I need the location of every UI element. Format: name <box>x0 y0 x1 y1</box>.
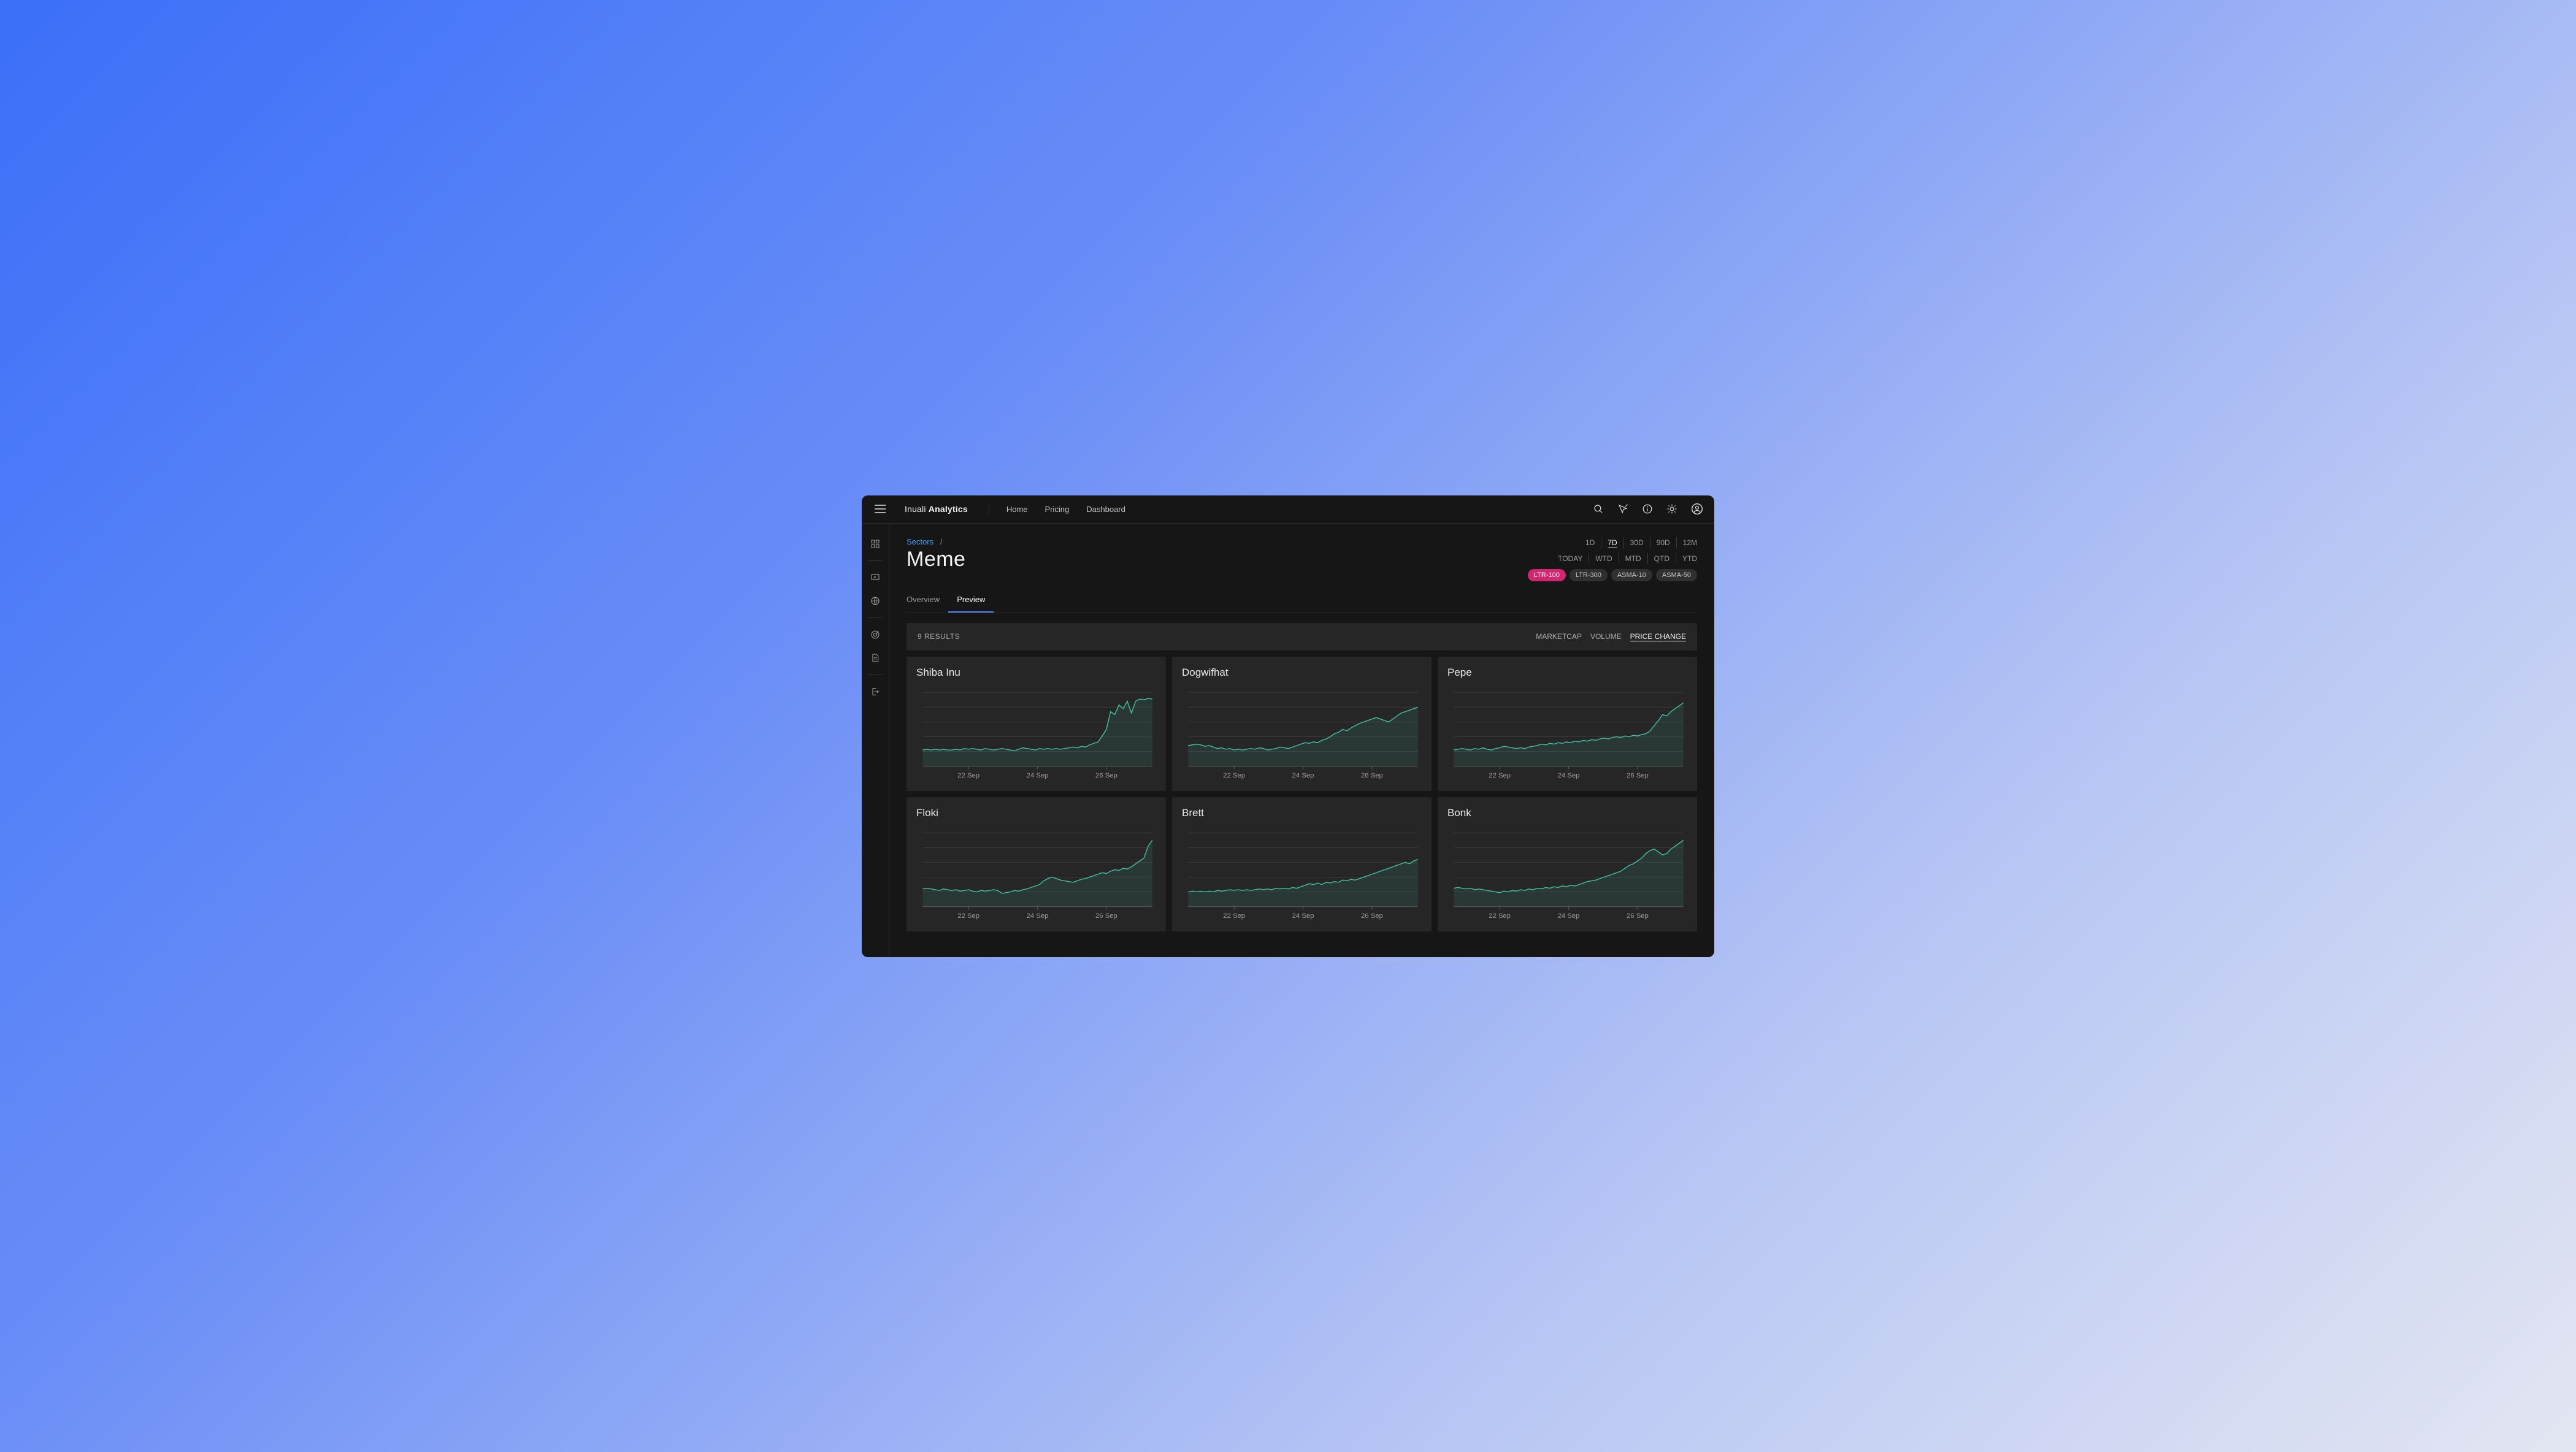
search-icon[interactable] <box>1593 503 1604 514</box>
svg-text:24 Sep: 24 Sep <box>1292 772 1314 779</box>
range-1d[interactable]: 1D <box>1579 537 1601 548</box>
nav-home[interactable]: Home <box>1006 505 1028 514</box>
range-today[interactable]: TODAY <box>1552 553 1589 564</box>
svg-text:22 Sep: 22 Sep <box>1489 912 1511 920</box>
chart-card[interactable]: Dogwifhat 22 Sep 24 Sep 26 Sep <box>1172 657 1432 791</box>
svg-text:22 Sep: 22 Sep <box>957 772 979 779</box>
results-toolbar: 9 RESULTS MARKETCAP VOLUME PRICE CHANGE <box>907 623 1697 651</box>
breadcrumb-root[interactable]: Sectors <box>907 537 933 546</box>
screen-icon[interactable] <box>865 567 886 588</box>
chart-title: Dogwifhat <box>1182 667 1422 679</box>
tab-preview[interactable]: Preview <box>948 589 994 613</box>
tab-overview[interactable]: Overview <box>907 589 948 613</box>
range-qtd[interactable]: QTD <box>1648 553 1676 564</box>
chart-card[interactable]: Shiba Inu 22 Sep 24 Sep 26 Sep <box>907 657 1166 791</box>
svg-text:24 Sep: 24 Sep <box>1027 772 1049 779</box>
page-title: Meme <box>907 548 965 571</box>
sidebar-separator <box>868 617 883 618</box>
svg-text:26 Sep: 26 Sep <box>1361 912 1383 920</box>
time-range-row-1: 1D7D30D90D12M <box>1579 537 1697 548</box>
chart-area: 22 Sep 24 Sep 26 Sep <box>916 687 1156 785</box>
chart-title: Pepe <box>1447 667 1687 679</box>
info-icon[interactable] <box>1642 503 1653 514</box>
svg-text:26 Sep: 26 Sep <box>1361 772 1383 779</box>
pill-ltr-300[interactable]: LTR-300 <box>1570 569 1608 581</box>
brand-bold: Analytics <box>929 504 968 514</box>
svg-text:26 Sep: 26 Sep <box>1627 912 1649 920</box>
chart-title: Brett <box>1182 807 1422 819</box>
theme-icon[interactable] <box>1666 503 1677 514</box>
page-header: Sectors / Meme 1D7D30D90D12M TODAYWTDMTD… <box>907 537 1697 581</box>
menu-icon[interactable] <box>873 502 887 516</box>
pill-asma-50[interactable]: ASMA-50 <box>1656 569 1697 581</box>
document-icon[interactable] <box>865 648 886 668</box>
nav-pricing[interactable]: Pricing <box>1045 505 1070 514</box>
svg-text:26 Sep: 26 Sep <box>1095 912 1117 920</box>
breadcrumb: Sectors / <box>907 537 965 546</box>
chart-grid: Shiba Inu 22 Sep 24 Sep 26 Sep Dogwifhat 22 S… <box>907 657 1697 932</box>
globe-icon[interactable] <box>865 590 886 611</box>
target-icon[interactable] <box>865 624 886 645</box>
cursor-icon[interactable] <box>1617 503 1628 514</box>
pill-ltr-100[interactable]: LTR-100 <box>1528 569 1566 581</box>
indicator-pills: LTR-100 LTR-300ASMA-10 ASMA-50 <box>1528 569 1697 581</box>
topbar-actions <box>1593 503 1703 515</box>
chart-area: 22 Sep 24 Sep 26 Sep <box>1182 687 1422 785</box>
sidebar-separator <box>868 560 883 561</box>
range-wtd[interactable]: WTD <box>1589 553 1619 564</box>
view-tabs: Overview Preview <box>907 589 1697 613</box>
svg-text:22 Sep: 22 Sep <box>1223 912 1245 920</box>
svg-text:24 Sep: 24 Sep <box>1292 912 1314 920</box>
range-30d[interactable]: 30D <box>1624 537 1650 548</box>
chart-area: 22 Sep 24 Sep 26 Sep <box>1447 687 1687 785</box>
time-range-row-2: TODAYWTDMTDQTDYTD <box>1552 553 1697 564</box>
svg-text:24 Sep: 24 Sep <box>1027 912 1049 920</box>
chart-area: 22 Sep 24 Sep 26 Sep <box>1182 828 1422 925</box>
range-90d[interactable]: 90D <box>1650 537 1677 548</box>
sort-marketcap[interactable]: MARKETCAP <box>1536 632 1582 641</box>
svg-text:22 Sep: 22 Sep <box>1489 772 1511 779</box>
svg-text:24 Sep: 24 Sep <box>1558 912 1580 920</box>
time-range-block: 1D7D30D90D12M TODAYWTDMTDQTDYTD LTR-100L… <box>1528 537 1697 581</box>
brand: Inuali Analytics <box>905 504 968 514</box>
svg-text:22 Sep: 22 Sep <box>957 912 979 920</box>
chart-title: Shiba Inu <box>916 667 1156 679</box>
topbar: Inuali Analytics Home Pricing Dashboard <box>862 495 1714 524</box>
chart-card[interactable]: Floki 22 Sep 24 Sep 26 Sep <box>907 797 1166 931</box>
sidebar <box>862 524 889 957</box>
chart-card[interactable]: Pepe 22 Sep 24 Sep 26 Sep <box>1438 657 1697 791</box>
sidebar-separator <box>868 674 883 675</box>
chart-card[interactable]: Bonk 22 Sep 24 Sep 26 Sep <box>1438 797 1697 931</box>
chart-card[interactable]: Brett 22 Sep 24 Sep 26 Sep <box>1172 797 1432 931</box>
nav-dashboard[interactable]: Dashboard <box>1086 505 1125 514</box>
user-icon[interactable] <box>1691 503 1703 515</box>
brand-light: Inuali <box>905 504 929 514</box>
svg-text:24 Sep: 24 Sep <box>1558 772 1580 779</box>
chart-title: Bonk <box>1447 807 1687 819</box>
pill-asma-10[interactable]: ASMA-10 <box>1611 569 1652 581</box>
sort-price-change[interactable]: PRICE CHANGE <box>1630 632 1686 641</box>
range-7d[interactable]: 7D <box>1601 537 1623 548</box>
results-count: 9 RESULTS <box>918 632 960 641</box>
svg-text:22 Sep: 22 Sep <box>1223 772 1245 779</box>
logout-icon[interactable] <box>865 681 886 702</box>
top-nav: Home Pricing Dashboard <box>1006 505 1125 514</box>
breadcrumb-sep: / <box>940 537 943 546</box>
chart-title: Floki <box>916 807 1156 819</box>
main-content: Sectors / Meme 1D7D30D90D12M TODAYWTDMTD… <box>889 524 1714 957</box>
chart-area: 22 Sep 24 Sep 26 Sep <box>916 828 1156 925</box>
range-12m[interactable]: 12M <box>1677 537 1697 548</box>
range-ytd[interactable]: YTD <box>1676 553 1697 564</box>
app-window: Inuali Analytics Home Pricing Dashboard <box>862 495 1714 957</box>
sort-volume[interactable]: VOLUME <box>1590 632 1622 641</box>
sort-options: MARKETCAP VOLUME PRICE CHANGE <box>1536 632 1686 641</box>
svg-text:26 Sep: 26 Sep <box>1627 772 1649 779</box>
range-mtd[interactable]: MTD <box>1619 553 1648 564</box>
grid-icon[interactable] <box>865 533 886 554</box>
chart-area: 22 Sep 24 Sep 26 Sep <box>1447 828 1687 925</box>
svg-text:26 Sep: 26 Sep <box>1095 772 1117 779</box>
